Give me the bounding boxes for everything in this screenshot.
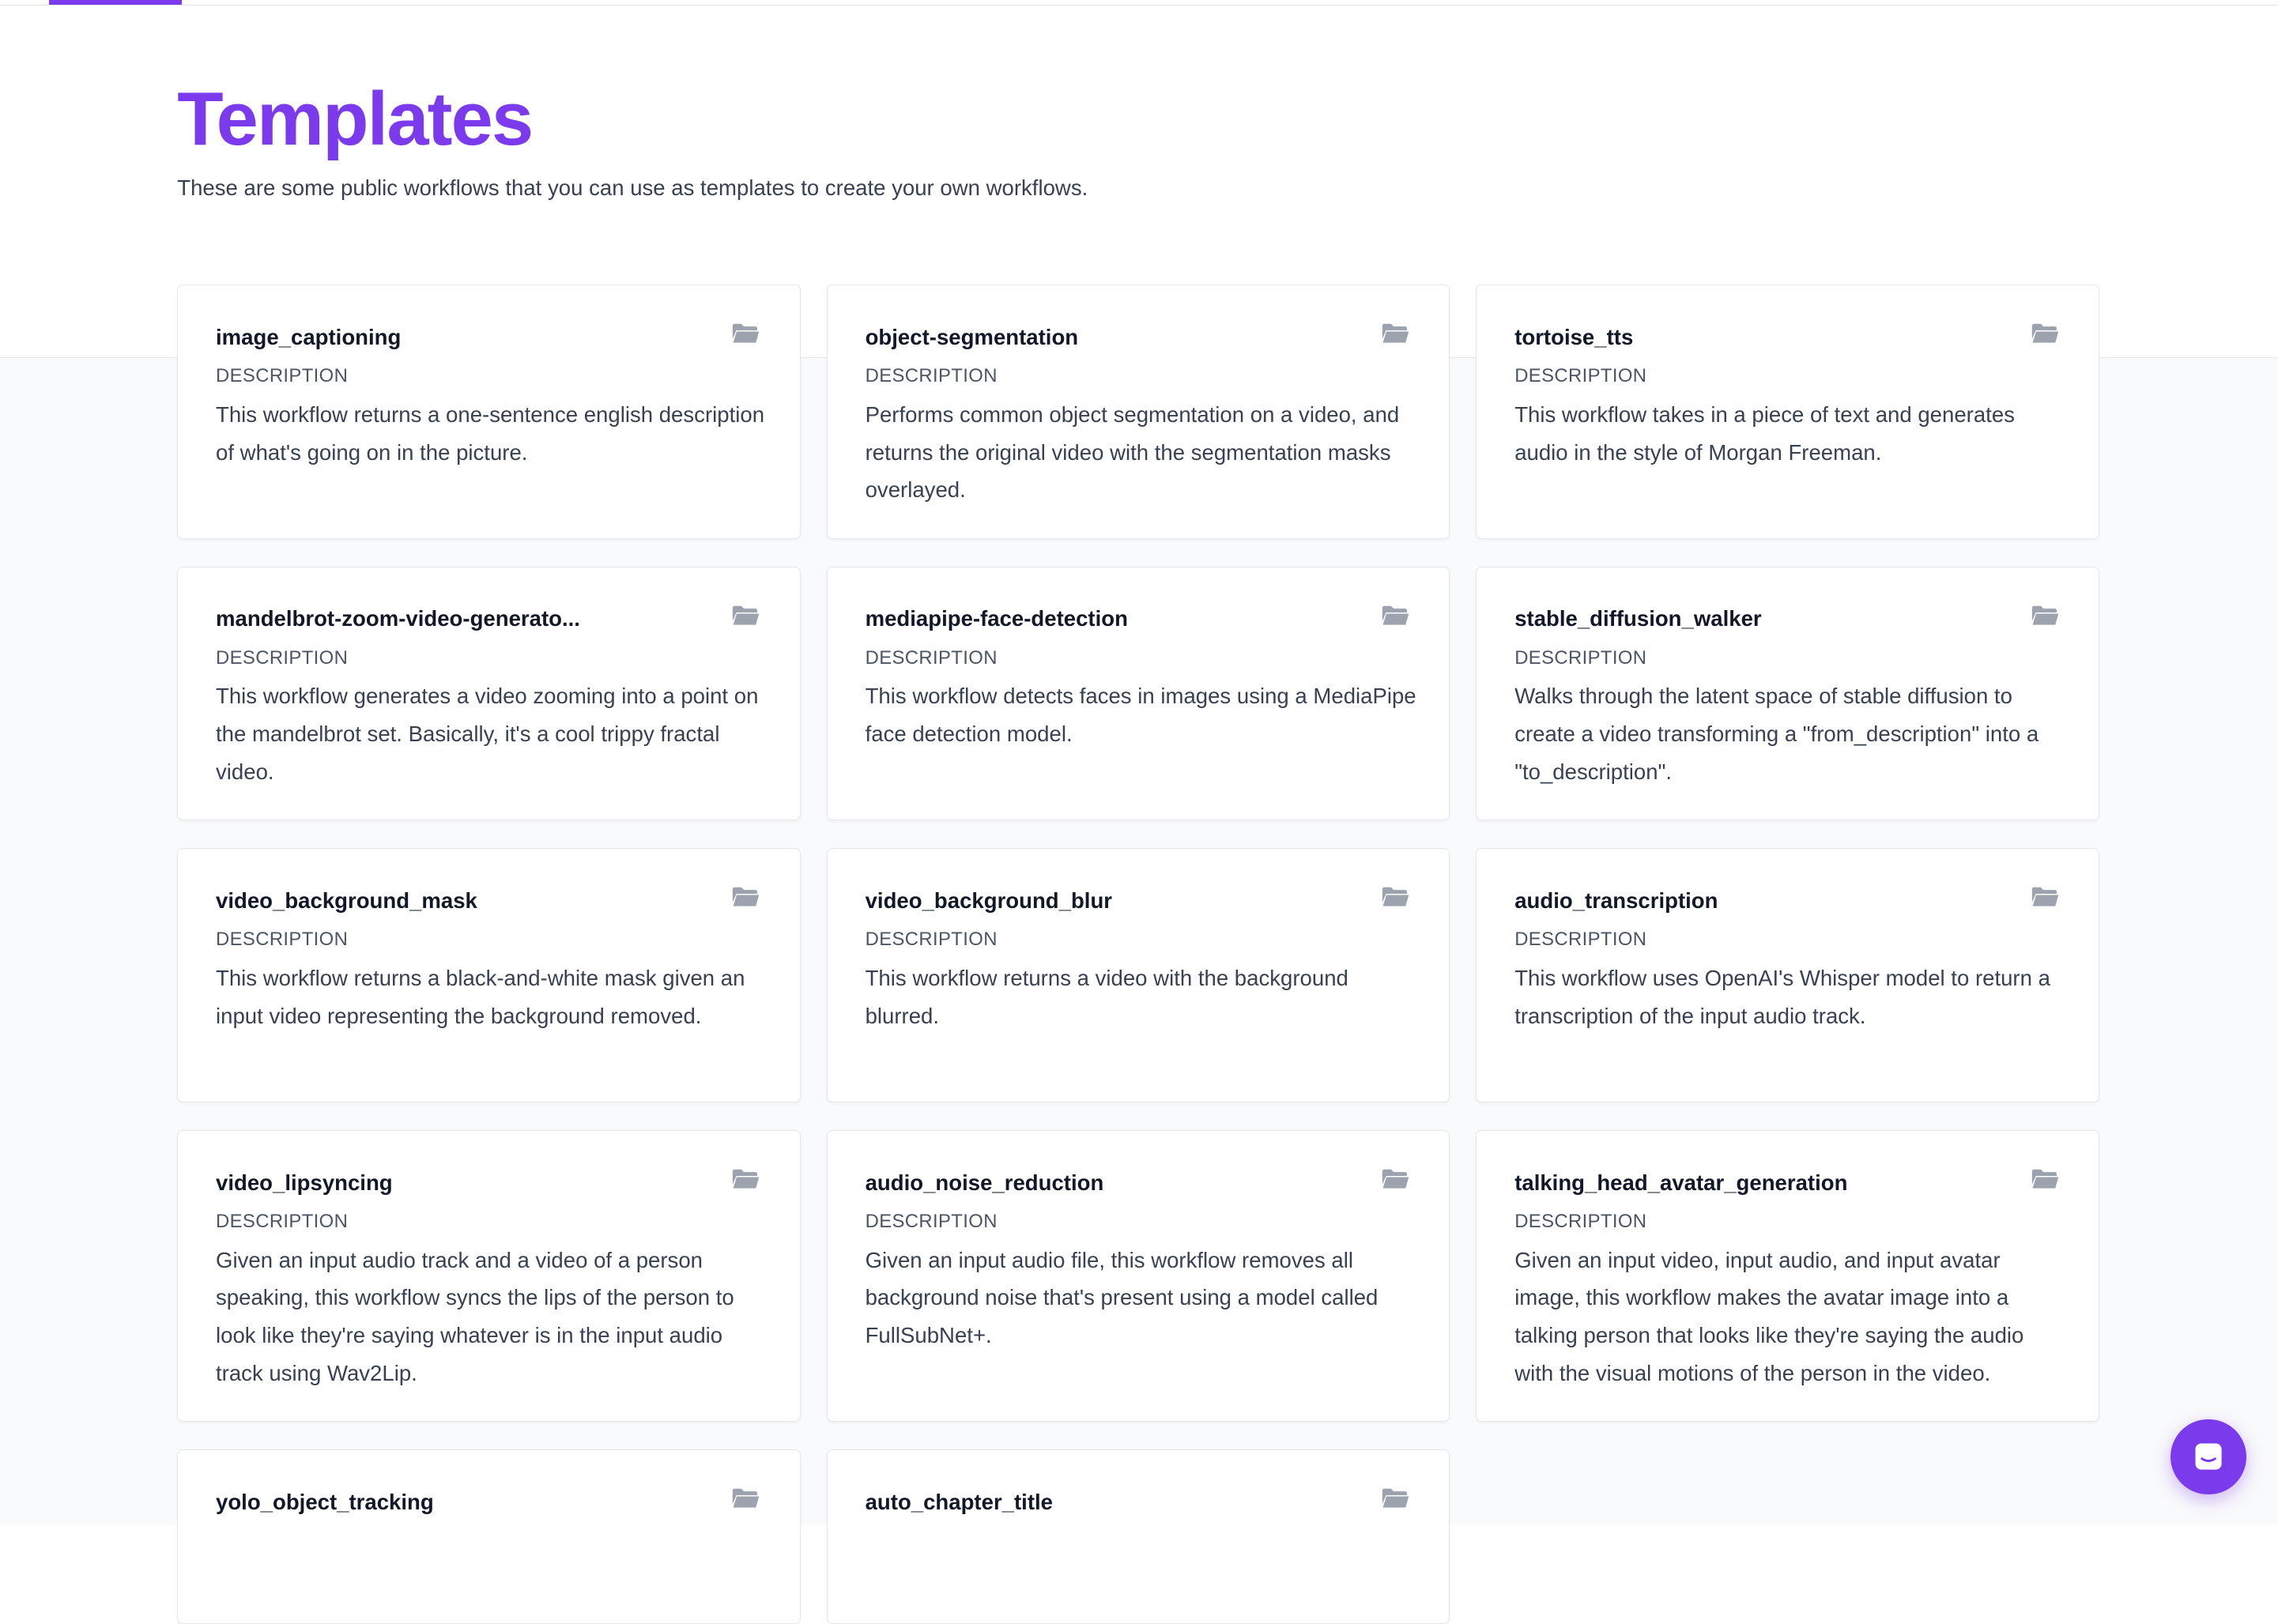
template-description: Walks through the latent space of stable… (1514, 684, 2039, 785)
folder-icon (1381, 1167, 1410, 1190)
template-card[interactable]: audio_transcription DESCRIPTION This workf… (1476, 848, 2099, 1103)
template-title: object-segmentation (865, 324, 1079, 349)
template-description: This workflow returns a video with the b… (865, 966, 1348, 1028)
template-description-label: DESCRIPTION (216, 929, 349, 951)
template-card[interactable]: auto_chapter_title (826, 1449, 1450, 1624)
template-card[interactable]: video_lipsyncing DESCRIPTION Given an inpu… (177, 1129, 801, 1422)
folder-icon (731, 1486, 760, 1509)
template-title: image_captioning (216, 324, 402, 349)
template-description-label: DESCRIPTION (1514, 365, 1647, 387)
template-card[interactable]: video_background_blur DESCRIPTION This wor… (826, 848, 1450, 1103)
chat-icon (2195, 1443, 2222, 1471)
folder-icon (731, 1167, 760, 1190)
template-title: mediapipe-face-detection (865, 606, 1128, 631)
folder-icon (1381, 885, 1410, 908)
template-card[interactable]: tortoise_tts DESCRIPTION This workflow tak… (1476, 284, 2099, 539)
template-description: Given an input audio track and a video o… (216, 1247, 734, 1385)
template-description-label: DESCRIPTION (1514, 646, 1647, 669)
template-card[interactable]: mediapipe-face-detection DESCRIPTION This … (826, 566, 1450, 821)
folder-icon (1381, 604, 1410, 627)
page-subtitle: These are some public workflows that you… (177, 175, 1088, 201)
template-description: Given an input audio file, this workflow… (865, 1247, 1378, 1348)
template-card[interactable]: talking_head_avatar_generation DESCRIPTIO… (1476, 1129, 2099, 1422)
template-description-label: DESCRIPTION (216, 646, 349, 669)
template-title: yolo_object_tracking (216, 1489, 434, 1514)
template-card[interactable]: stable_diffusion_walker DESCRIPTION Walks … (1476, 566, 2099, 821)
folder-icon (2031, 1167, 2060, 1190)
template-description: Performs common object segmentation on a… (865, 401, 1400, 503)
template-title: video_background_mask (216, 888, 477, 913)
folder-icon (1381, 1486, 1410, 1509)
template-title: auto_chapter_title (865, 1489, 1053, 1514)
template-title: audio_noise_reduction (865, 1170, 1104, 1195)
template-title: stable_diffusion_walker (1514, 606, 1762, 631)
folder-icon (731, 885, 760, 908)
page-title: Templates (177, 76, 534, 161)
folder-icon (2031, 322, 2060, 345)
template-description: This workflow returns a one-sentence eng… (216, 401, 765, 465)
template-description-label: DESCRIPTION (865, 365, 998, 387)
template-description-label: DESCRIPTION (1514, 1211, 1647, 1233)
chat-button[interactable] (2170, 1419, 2246, 1495)
template-description: This workflow generates a video zooming … (216, 684, 759, 785)
template-title: talking_head_avatar_generation (1514, 1170, 1848, 1195)
template-title: tortoise_tts (1514, 324, 1634, 349)
template-description-label: DESCRIPTION (865, 1211, 998, 1233)
template-card[interactable]: mandelbrot-zoom-video-generato... DESCRIP… (177, 566, 801, 821)
template-description: This workflow uses OpenAI's Whisper mode… (1514, 966, 2050, 1028)
template-title: mandelbrot-zoom-video-generato... (216, 606, 580, 631)
template-title: audio_transcription (1514, 888, 1718, 913)
template-card[interactable]: yolo_object_tracking (177, 1449, 801, 1624)
top-nav-bar (0, 0, 2278, 6)
folder-icon (2031, 885, 2060, 908)
template-description-label: DESCRIPTION (216, 365, 349, 387)
template-title: video_lipsyncing (216, 1170, 393, 1195)
template-description: This workflow returns a black-and-white … (216, 966, 745, 1028)
folder-icon (731, 322, 760, 345)
template-description: This workflow takes in a piece of text a… (1514, 401, 2015, 465)
folder-icon (731, 604, 760, 627)
template-card[interactable]: image_captioning DESCRIPTION This workflow… (177, 284, 801, 539)
template-description-label: DESCRIPTION (865, 646, 998, 669)
template-description-label: DESCRIPTION (1514, 929, 1647, 951)
folder-icon (1381, 322, 1410, 345)
template-description: This workflow detects faces in images us… (865, 684, 1416, 747)
template-card[interactable]: object-segmentation DESCRIPTION Performs c… (826, 284, 1450, 539)
active-tab-indicator (49, 0, 182, 5)
folder-icon (2031, 604, 2060, 627)
template-title: video_background_blur (865, 888, 1113, 913)
template-card[interactable]: video_background_mask DESCRIPTION This wor… (177, 848, 801, 1103)
template-card[interactable]: audio_noise_reduction DESCRIPTION Given an… (826, 1129, 1450, 1422)
template-description: Given an input video, input audio, and i… (1514, 1247, 2024, 1385)
template-description-label: DESCRIPTION (865, 929, 998, 951)
template-description-label: DESCRIPTION (216, 1211, 349, 1233)
